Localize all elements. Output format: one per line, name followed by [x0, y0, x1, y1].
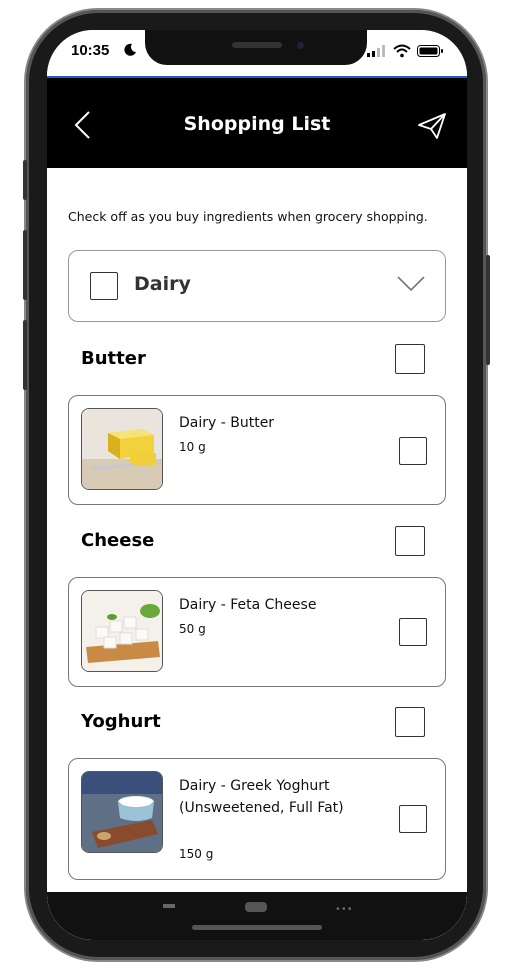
- notch: [145, 30, 367, 65]
- list-item: Dairy - Butter 10 g: [68, 395, 446, 505]
- item-checkbox-butter[interactable]: [399, 437, 427, 465]
- battery-icon: [417, 45, 443, 57]
- item-name-greek-yoghurt: Dairy - Greek Yoghurt (Unsweetened, Full…: [179, 778, 344, 816]
- category-checkbox[interactable]: [90, 272, 118, 300]
- group-title-cheese: Cheese: [81, 530, 155, 551]
- group-checkbox-butter[interactable]: [395, 344, 425, 374]
- speaker: [232, 42, 282, 48]
- signal-icon: [367, 45, 385, 57]
- home-indicator: [192, 925, 322, 930]
- status-time: 10:35: [71, 42, 110, 59]
- category-dropdown-dairy[interactable]: Dairy: [68, 250, 446, 322]
- status-icons: [367, 44, 443, 58]
- nav-tab-center[interactable]: [245, 902, 267, 912]
- group-title-yoghurt: Yoghurt: [81, 711, 161, 732]
- item-checkbox-greek-yoghurt[interactable]: [399, 805, 427, 833]
- item-checkbox-feta-cheese[interactable]: [399, 618, 427, 646]
- chevron-down-icon[interactable]: [397, 276, 425, 292]
- feta-cheese-image: [81, 590, 163, 672]
- power-button: [486, 255, 490, 365]
- list-item: Dairy - Greek Yoghurt (Unsweetened, Full…: [68, 758, 446, 880]
- butter-image: [81, 408, 163, 490]
- app-header: Shopping List: [47, 76, 467, 170]
- page-title: Shopping List: [183, 113, 331, 135]
- group-checkbox-cheese[interactable]: [395, 526, 425, 556]
- greek-yoghurt-image: [81, 771, 163, 853]
- item-qty-feta-cheese: 50 g: [179, 622, 206, 636]
- mute-switch: [23, 160, 27, 200]
- send-icon[interactable]: [417, 112, 447, 140]
- wifi-icon: [393, 44, 411, 58]
- item-name-feta-cheese: Dairy - Feta Cheese: [179, 597, 317, 613]
- app-screen: 10:35 Shopping List Check off as you buy…: [47, 30, 467, 940]
- camera: [297, 42, 304, 49]
- moon-icon: [124, 43, 136, 56]
- item-qty-butter: 10 g: [179, 440, 206, 454]
- status-bar: 10:35: [47, 30, 467, 78]
- item-qty-greek-yoghurt: 150 g: [179, 847, 214, 861]
- group-checkbox-yoghurt[interactable]: [395, 707, 425, 737]
- instruction-text: Check off as you buy ingredients when gr…: [68, 209, 428, 224]
- main-content: Check off as you buy ingredients when gr…: [47, 168, 467, 940]
- nav-tab-indicator[interactable]: [163, 904, 175, 908]
- volume-up-button: [23, 230, 27, 300]
- category-label: Dairy: [134, 273, 191, 295]
- group-title-butter: Butter: [81, 348, 146, 369]
- bottom-navigation-bar: •••: [47, 892, 467, 940]
- item-name-butter: Dairy - Butter: [179, 415, 275, 431]
- list-item: Dairy - Feta Cheese 50 g: [68, 577, 446, 687]
- more-dots-icon[interactable]: •••: [335, 904, 353, 915]
- volume-down-button: [23, 320, 27, 390]
